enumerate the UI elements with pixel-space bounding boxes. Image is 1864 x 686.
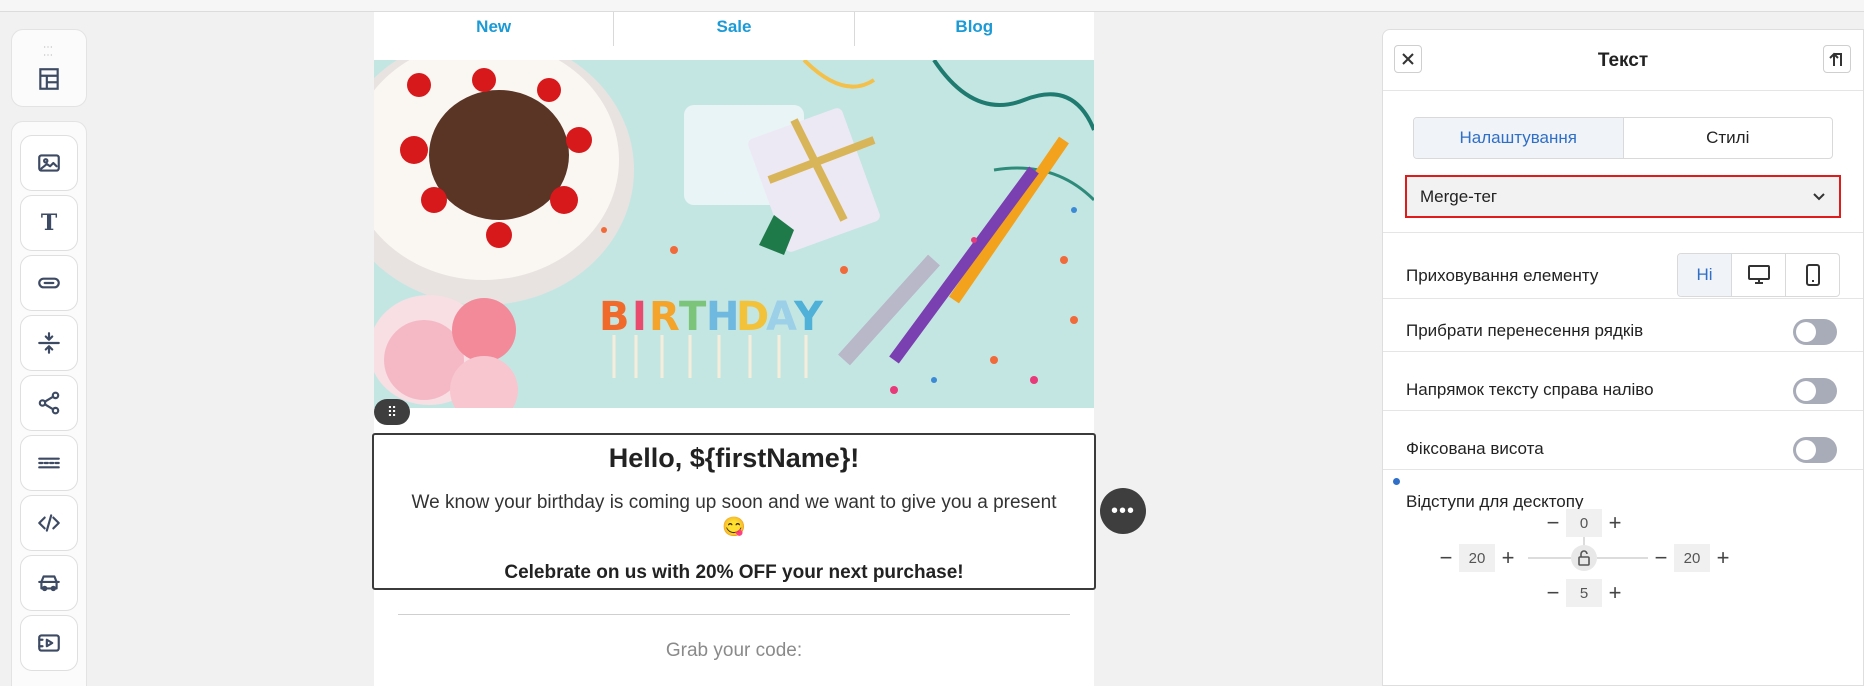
promo-text[interactable]: Celebrate on us with 20% OFF your next p…: [374, 562, 1094, 584]
svg-text:H: H: [706, 294, 739, 340]
settings-panel: Текст Налаштування Стилі Merge-тег Прихо…: [1382, 29, 1864, 686]
arrow-up-icon: [1829, 52, 1842, 66]
padding-lock-button[interactable]: [1571, 545, 1597, 571]
hide-mobile-option[interactable]: [1786, 254, 1839, 296]
hide-none-label: Ні: [1696, 265, 1713, 284]
increment-button[interactable]: +: [1710, 545, 1736, 571]
increment-button[interactable]: +: [1602, 580, 1628, 606]
divider-icon: [38, 457, 60, 469]
rtl-label: Напрямок тексту справа наліво: [1406, 380, 1654, 399]
emoji: 😋: [722, 517, 746, 538]
padding-left-value[interactable]: 20: [1459, 544, 1495, 572]
product-block-button[interactable]: [20, 555, 78, 611]
chevron-down-icon: [1813, 193, 1825, 201]
code-label[interactable]: Grab your code:: [374, 640, 1094, 662]
email-divider: [398, 614, 1070, 615]
merge-tag-select[interactable]: Merge-тег: [1405, 175, 1841, 218]
padding-right-stepper: − 20 +: [1648, 543, 1736, 573]
separator: [1383, 410, 1863, 411]
social-icon: [38, 391, 60, 415]
svg-text:I: I: [632, 294, 647, 340]
hide-desktop-option[interactable]: [1732, 254, 1786, 296]
svg-text:T: T: [679, 294, 707, 340]
hero-image[interactable]: B I R T H D A Y: [374, 60, 1094, 408]
rtl-toggle[interactable]: [1793, 378, 1837, 404]
email-nav: New Sale Blog: [374, 12, 1094, 60]
modified-indicator: [1393, 478, 1400, 485]
drag-grip-icon[interactable]: ⋯ ⋯: [43, 43, 55, 61]
panel-header: Текст: [1383, 30, 1863, 91]
decrement-button[interactable]: −: [1648, 545, 1674, 571]
html-icon: [38, 514, 60, 532]
button-block-button[interactable]: [20, 255, 78, 311]
layout-icon: [39, 68, 59, 90]
move-up-button[interactable]: [1823, 45, 1851, 73]
decrement-button[interactable]: −: [1540, 580, 1566, 606]
separator: [1383, 298, 1863, 299]
panel-title: Текст: [1597, 50, 1649, 71]
desktop-icon: [1747, 265, 1770, 284]
svg-text:A: A: [766, 294, 797, 340]
separator: [1383, 351, 1863, 352]
hide-element-label: Приховування елементу: [1406, 266, 1599, 285]
padding-right-value[interactable]: 20: [1674, 544, 1710, 572]
product-icon: [38, 575, 60, 592]
fixed-height-toggle[interactable]: [1793, 437, 1837, 463]
nowrap-label: Прибрати перенесення рядків: [1406, 321, 1644, 340]
greeting-heading[interactable]: Hello, ${firstName}!: [374, 443, 1094, 474]
decrement-button[interactable]: −: [1540, 510, 1566, 536]
nav-link-blog[interactable]: Blog: [855, 12, 1094, 46]
video-block-button[interactable]: [20, 615, 78, 671]
text-icon: T: [40, 210, 58, 236]
row-drag-handle[interactable]: ⠿: [374, 399, 410, 425]
spacer-block-button[interactable]: [20, 315, 78, 371]
social-block-button[interactable]: [20, 375, 78, 431]
divider-block-button[interactable]: [20, 435, 78, 491]
increment-button[interactable]: +: [1495, 545, 1521, 571]
html-block-button[interactable]: [20, 495, 78, 551]
decrement-button[interactable]: −: [1433, 545, 1459, 571]
svg-text:R: R: [649, 294, 680, 340]
body-text: We know your birthday is coming up soon …: [411, 492, 1057, 513]
tab-settings[interactable]: Налаштування: [1414, 118, 1624, 158]
mobile-icon: [1805, 264, 1820, 286]
nav-link-sale[interactable]: Sale: [614, 12, 855, 46]
fixed-height-label: Фіксована висота: [1406, 439, 1544, 458]
svg-text:Y: Y: [793, 294, 824, 340]
video-icon: [38, 634, 60, 652]
padding-top-stepper: − 0 +: [1540, 508, 1628, 538]
blocks-toolbar: T: [11, 121, 87, 686]
image-block-button[interactable]: [20, 135, 78, 191]
layout-tool[interactable]: ⋯ ⋯: [11, 29, 87, 107]
spacer-icon: [38, 332, 60, 354]
separator: [1383, 469, 1863, 470]
button-icon: [38, 277, 60, 289]
separator: [1383, 232, 1863, 233]
more-dots-icon: •••: [1110, 499, 1135, 522]
padding-left-stepper: − 20 +: [1433, 543, 1521, 573]
top-bar: [0, 0, 1864, 12]
merge-tag-label: Merge-тег: [1420, 186, 1498, 206]
unlock-icon: [1578, 550, 1590, 566]
birthday-illustration: B I R T H D A Y: [374, 60, 1094, 408]
increment-button[interactable]: +: [1602, 510, 1628, 536]
selected-text-block[interactable]: Hello, ${firstName}! We know your birthd…: [372, 433, 1096, 590]
padding-bottom-value[interactable]: 5: [1566, 579, 1602, 607]
padding-top-value[interactable]: 0: [1566, 509, 1602, 537]
svg-text:D: D: [736, 294, 769, 340]
dots-grid-icon: ⠿: [386, 403, 398, 420]
panel-tabs: Налаштування Стилі: [1413, 117, 1833, 159]
padding-bottom-stepper: − 5 +: [1540, 578, 1628, 608]
tab-styles[interactable]: Стилі: [1624, 118, 1833, 158]
more-options-button[interactable]: •••: [1100, 488, 1146, 534]
hide-none-option[interactable]: Ні: [1678, 254, 1732, 296]
nowrap-toggle[interactable]: [1793, 319, 1837, 345]
body-paragraph[interactable]: We know your birthday is coming up soon …: [404, 490, 1064, 540]
nav-link-new[interactable]: New: [374, 12, 615, 46]
image-icon: [38, 154, 60, 172]
svg-text:B: B: [599, 294, 630, 340]
text-block-button[interactable]: T: [20, 195, 78, 251]
hide-element-options: Ні: [1677, 253, 1840, 297]
